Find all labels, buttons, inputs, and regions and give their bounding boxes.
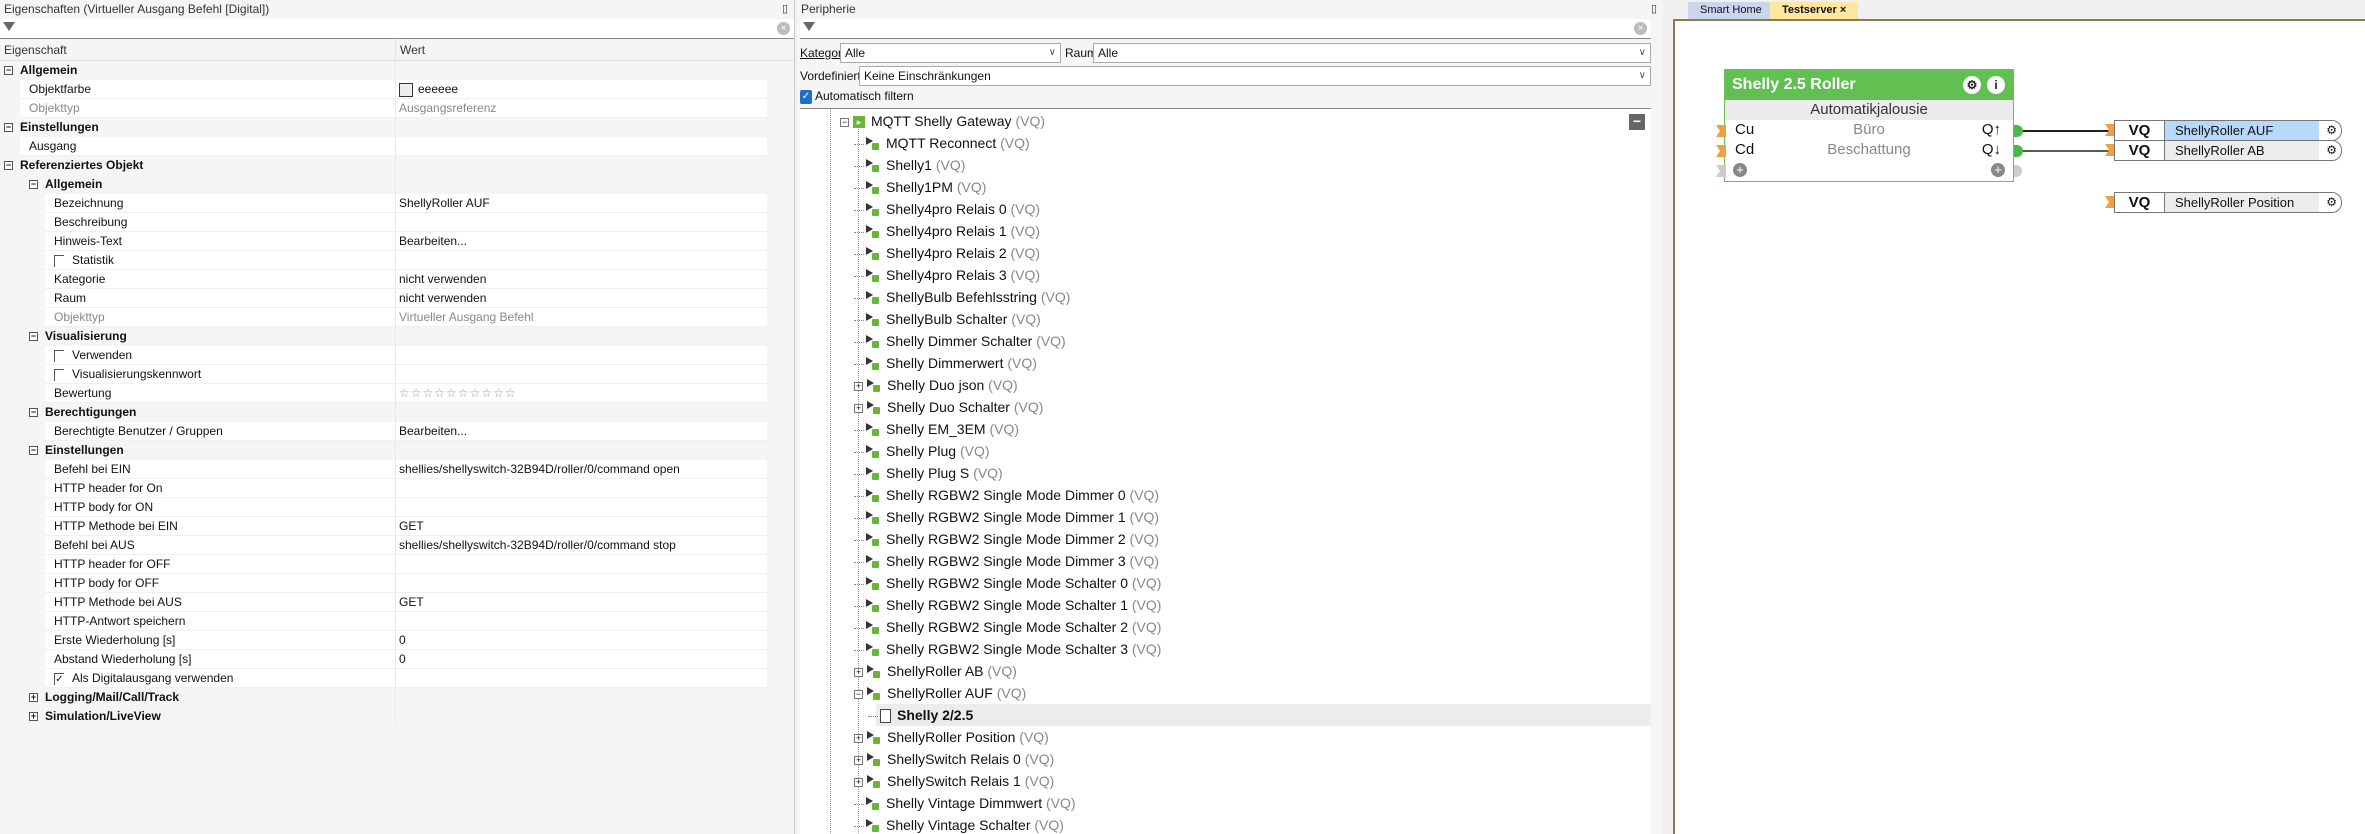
gear-icon[interactable]: ⚙ (1963, 76, 1981, 94)
block-subtitle: Automatikjalousie (1725, 100, 2013, 120)
add-output-button[interactable]: + (1991, 163, 2005, 177)
vq-block[interactable]: VQ ShellyRoller Position ⚙ (2114, 192, 2342, 213)
vq-block[interactable]: VQ ShellyRoller AB ⚙ (2114, 140, 2342, 161)
vq-block[interactable]: VQ ShellyRoller AUF ⚙ (2114, 120, 2342, 141)
gear-icon[interactable]: ⚙ (2326, 121, 2337, 140)
shelly-roller-block[interactable]: Shelly 2.5 Roller ⚙ i Automatikjalousie … (1724, 69, 2014, 182)
add-input-button[interactable]: + (1733, 163, 1747, 177)
info-icon[interactable]: i (1987, 76, 2005, 94)
gear-icon[interactable]: ⚙ (2326, 141, 2337, 160)
gear-icon[interactable]: ⚙ (2326, 193, 2337, 212)
